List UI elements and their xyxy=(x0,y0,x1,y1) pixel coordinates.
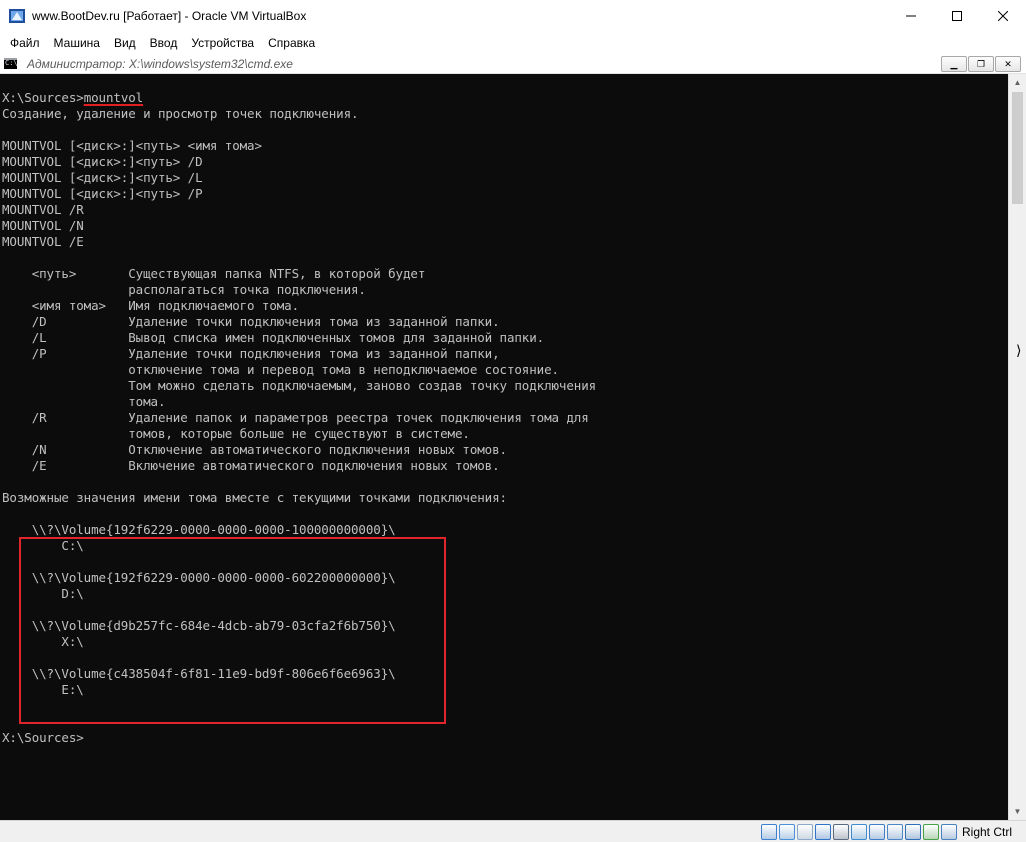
display-icon[interactable] xyxy=(868,823,885,840)
cmd-window-title: Администратор: X:\windows\system32\cmd.e… xyxy=(27,56,293,71)
shared-folders-icon[interactable] xyxy=(850,823,867,840)
console-line: /R Удаление папок и параметров реестра т… xyxy=(2,410,589,425)
mouse-integration-icon[interactable] xyxy=(922,823,939,840)
console-line: <имя тома> Имя подключаемого тома. xyxy=(2,298,300,313)
scrollbar-thumb[interactable] xyxy=(1012,92,1023,204)
vbox-title-bar: www.BootDev.ru [Работает] - Oracle VM Vi… xyxy=(0,0,1026,32)
menu-view[interactable]: Вид xyxy=(107,33,143,53)
console-line: MOUNTVOL [<диск>:]<путь> /L xyxy=(2,170,203,185)
guest-screen[interactable]: C:\ Администратор: X:\windows\system32\c… xyxy=(0,54,1026,820)
virtualbox-app-icon[interactable] xyxy=(8,7,26,25)
status-bar: Right Ctrl xyxy=(0,820,1026,842)
menu-bar: Файл Машина Вид Ввод Устройства Справка xyxy=(0,32,1026,54)
console-line: Возможные значения имени тома вместе с т… xyxy=(2,490,507,505)
console-line: MOUNTVOL /R xyxy=(2,202,84,217)
menu-help[interactable]: Справка xyxy=(261,33,322,53)
close-icon xyxy=(998,11,1008,21)
console-line: располагаться точка подключения. xyxy=(2,282,366,297)
console-line: /E Включение автоматического подключения… xyxy=(2,458,500,473)
console-line: /D Удаление точки подключения тома из за… xyxy=(2,314,500,329)
network-icon[interactable] xyxy=(814,823,831,840)
close-button[interactable] xyxy=(980,0,1026,32)
console-line: MOUNTVOL [<диск>:]<путь> /D xyxy=(2,154,203,169)
restore-icon: ❐ xyxy=(976,58,986,69)
console-line: <путь> Существующая папка NTFS, в которо… xyxy=(2,266,426,281)
cmd-window-controls: ▁ ❐ ✕ xyxy=(941,56,1021,72)
scroll-up-icon[interactable]: ▲ xyxy=(1009,74,1026,91)
minimize-icon xyxy=(906,15,916,17)
console-line: /P Удаление точки подключения тома из за… xyxy=(2,346,500,361)
video-capture-icon[interactable] xyxy=(886,823,903,840)
console-line: тома. xyxy=(2,394,166,409)
menu-input[interactable]: Ввод xyxy=(143,33,185,53)
console-line: Том можно сделать подключаемым, заново с… xyxy=(2,378,597,393)
window-title: www.BootDev.ru [Работает] - Oracle VM Vi… xyxy=(32,9,307,23)
console-output[interactable]: X:\Sources>mountvol Создание, удаление и… xyxy=(0,74,1008,820)
cmd-close-button[interactable]: ✕ xyxy=(995,56,1021,72)
maximize-button[interactable] xyxy=(934,0,980,32)
console-line: MOUNTVOL /N xyxy=(2,218,84,233)
menu-devices[interactable]: Устройства xyxy=(184,33,261,53)
window-controls xyxy=(888,0,1026,32)
console-line: /L Вывод списка имен подключенных томов … xyxy=(2,330,545,345)
cmd-title-bar: C:\ Администратор: X:\windows\system32\c… xyxy=(0,54,1026,74)
optical-drive-icon[interactable] xyxy=(778,823,795,840)
menu-file[interactable]: Файл xyxy=(3,33,47,53)
audio-icon[interactable] xyxy=(796,823,813,840)
minimize-icon: ▁ xyxy=(950,58,958,69)
console-line: Создание, удаление и просмотр точек подк… xyxy=(2,106,359,121)
console-line: MOUNTVOL /E xyxy=(2,234,84,249)
console-line: X:\Sources> xyxy=(2,730,84,745)
minimize-button[interactable] xyxy=(888,0,934,32)
prompt: X:\Sources> xyxy=(2,90,84,105)
typed-command: mountvol xyxy=(83,90,144,105)
command-line: X:\Sources>mountvol xyxy=(2,90,143,106)
mouse-cursor-icon: ⟩ xyxy=(1016,342,1022,358)
keyboard-icon[interactable] xyxy=(940,823,957,840)
vertical-scrollbar[interactable]: ▲ ▼ xyxy=(1008,74,1026,820)
maximize-icon xyxy=(952,11,962,21)
hard-disk-icon[interactable] xyxy=(760,823,777,840)
console-line: отключение тома и перевод тома в неподкл… xyxy=(2,362,559,377)
volume-list-highlight xyxy=(19,537,446,724)
console-line: \\?\Volume{192f6229-0000-0000-0000-10000… xyxy=(2,522,396,537)
host-key-label[interactable]: Right Ctrl xyxy=(962,825,1012,839)
close-icon: ✕ xyxy=(1004,58,1012,69)
console-line: MOUNTVOL [<диск>:]<путь> /P xyxy=(2,186,203,201)
cmd-minimize-button[interactable]: ▁ xyxy=(941,56,967,72)
cmd-icon-text: C:\ xyxy=(5,59,18,67)
scroll-down-icon[interactable]: ▼ xyxy=(1009,803,1026,820)
menu-machine[interactable]: Машина xyxy=(47,33,107,53)
console-line: томов, которые больше не существуют в си… xyxy=(2,426,470,441)
cpu-icon[interactable] xyxy=(904,823,921,840)
cmd-maximize-button[interactable]: ❐ xyxy=(968,56,994,72)
console-line: MOUNTVOL [<диск>:]<путь> <имя тома> xyxy=(2,138,262,153)
console-line: /N Отключение автоматического подключени… xyxy=(2,442,507,457)
usb-icon[interactable] xyxy=(832,823,849,840)
cmd-icon[interactable]: C:\ xyxy=(4,58,18,69)
